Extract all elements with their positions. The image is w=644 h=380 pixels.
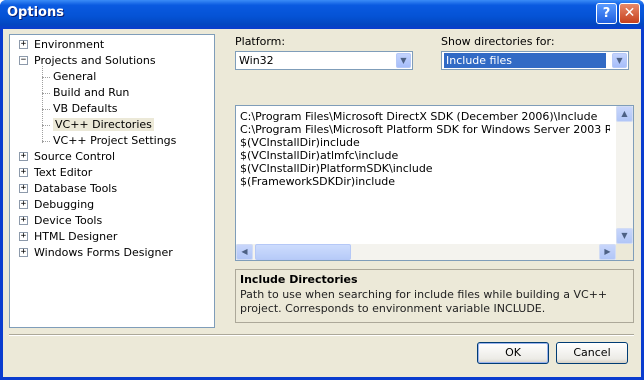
tree-connector — [42, 77, 50, 78]
cancel-button[interactable]: Cancel — [556, 342, 628, 364]
close-icon: ✕ — [623, 5, 636, 21]
tree-item[interactable]: Environment — [34, 37, 104, 52]
tree-connector — [42, 93, 50, 94]
platform-dropdown[interactable]: Win32 ▼ — [235, 51, 413, 70]
directory-list-item[interactable]: $(VCInstallDir)atlmfc\include — [240, 149, 398, 162]
expand-icon[interactable]: + — [19, 200, 28, 209]
tree-item[interactable]: HTML Designer — [34, 229, 117, 244]
tree-item-label: VB Defaults — [53, 102, 118, 115]
scrollbar-corner — [616, 244, 633, 260]
tree-item-label: Environment — [34, 38, 105, 51]
tree-item-label: HTML Designer — [34, 230, 118, 243]
expand-icon[interactable]: + — [19, 40, 28, 49]
tree-item[interactable]: Build and Run — [53, 85, 129, 100]
options-tree[interactable]: Environment + Projects and Solutions − Gener… — [9, 34, 215, 328]
title-bar[interactable]: Options ? ✕ — [0, 0, 644, 29]
platform-label: Platform: — [235, 35, 286, 48]
tree-item[interactable]: General — [53, 69, 96, 84]
scroll-left-button[interactable]: ◀ — [236, 244, 253, 260]
platform-value: Win32 — [239, 54, 274, 67]
tree-item[interactable]: Source Control — [34, 149, 115, 164]
description-panel: Include Directories Path to use when sea… — [235, 269, 634, 323]
tree-item-label: General — [53, 70, 97, 83]
tree-item[interactable]: Debugging — [34, 197, 94, 212]
scroll-up-button[interactable]: ▲ — [616, 106, 633, 122]
directory-list-item[interactable]: $(FrameworkSDKDir)include — [240, 175, 395, 188]
vertical-scrollbar[interactable]: ▲ ▼ — [616, 106, 633, 244]
tree-item-label: VC++ Project Settings — [53, 134, 177, 147]
tree-connector — [42, 141, 50, 142]
show-directories-label: Show directories for: — [441, 35, 555, 48]
expand-icon[interactable]: + — [19, 232, 28, 241]
tree-item-label: Windows Forms Designer — [34, 246, 173, 259]
separator — [9, 334, 634, 336]
directory-list-item[interactable]: C:\Program Files\Microsoft Platform SDK … — [240, 123, 610, 136]
close-button[interactable]: ✕ — [619, 3, 640, 24]
chevron-down-icon[interactable]: ▼ — [612, 53, 627, 68]
directory-list-item[interactable]: $(VCInstallDir)include — [240, 136, 360, 149]
tree-item-label: Text Editor — [34, 166, 93, 179]
tree-item[interactable]: Projects and Solutions — [34, 53, 156, 68]
description-text: Path to use when searching for include f… — [240, 288, 608, 315]
scroll-thumb[interactable] — [255, 244, 351, 260]
tree-item-label: Device Tools — [34, 214, 103, 227]
tree-item-label: VC++ Directories — [53, 118, 154, 131]
scroll-right-button[interactable]: ▶ — [599, 244, 616, 260]
help-icon: ? — [602, 6, 611, 21]
tree-connector — [42, 125, 50, 126]
tree-item[interactable]: Windows Forms Designer — [34, 245, 173, 260]
tree-item[interactable]: VC++ Project Settings — [53, 133, 176, 148]
ok-button[interactable]: OK — [477, 342, 549, 364]
scroll-down-button[interactable]: ▼ — [616, 228, 633, 244]
expand-icon[interactable]: + — [19, 152, 28, 161]
tree-item[interactable]: VC++ Directories — [53, 117, 154, 132]
tree-item[interactable]: Device Tools — [34, 213, 102, 228]
chevron-down-icon[interactable]: ▼ — [396, 53, 411, 68]
help-button[interactable]: ? — [596, 3, 617, 24]
expand-icon[interactable]: + — [19, 168, 28, 177]
window-title: Options — [7, 5, 64, 20]
directory-list-item[interactable]: C:\Program Files\Microsoft DirectX SDK (… — [240, 110, 597, 123]
tree-item-label: Source Control — [34, 150, 116, 163]
tree-item[interactable]: Text Editor — [34, 165, 92, 180]
options-dialog: Options ? ✕ Environment + Projects and Sol… — [0, 0, 644, 380]
expand-icon[interactable]: + — [19, 216, 28, 225]
tree-item[interactable]: VB Defaults — [53, 101, 118, 116]
tree-item-label: Database Tools — [34, 182, 118, 195]
show-directories-dropdown[interactable]: Include files ▼ — [441, 51, 629, 70]
tree-item-label: Build and Run — [53, 86, 130, 99]
directory-list-item[interactable]: $(VCInstallDir)PlatformSDK\include — [240, 162, 433, 175]
tree-item-label: Projects and Solutions — [34, 54, 156, 67]
directories-list[interactable]: $(FrameworkSDKDir)include $(VCInstallDir)… — [235, 105, 634, 261]
collapse-icon[interactable]: − — [19, 56, 28, 65]
expand-icon[interactable]: + — [19, 184, 28, 193]
description-title: Include Directories — [240, 273, 358, 286]
tree-connector — [42, 66, 43, 143]
tree-item-label: Debugging — [34, 198, 95, 211]
horizontal-scrollbar[interactable]: ◀ ▶ — [236, 244, 616, 260]
expand-icon[interactable]: + — [19, 248, 28, 257]
show-directories-value: Include files — [444, 53, 606, 68]
dialog-body: Environment + Projects and Solutions − Gener… — [3, 29, 641, 377]
tree-connector — [42, 109, 50, 110]
tree-item[interactable]: Database Tools — [34, 181, 117, 196]
